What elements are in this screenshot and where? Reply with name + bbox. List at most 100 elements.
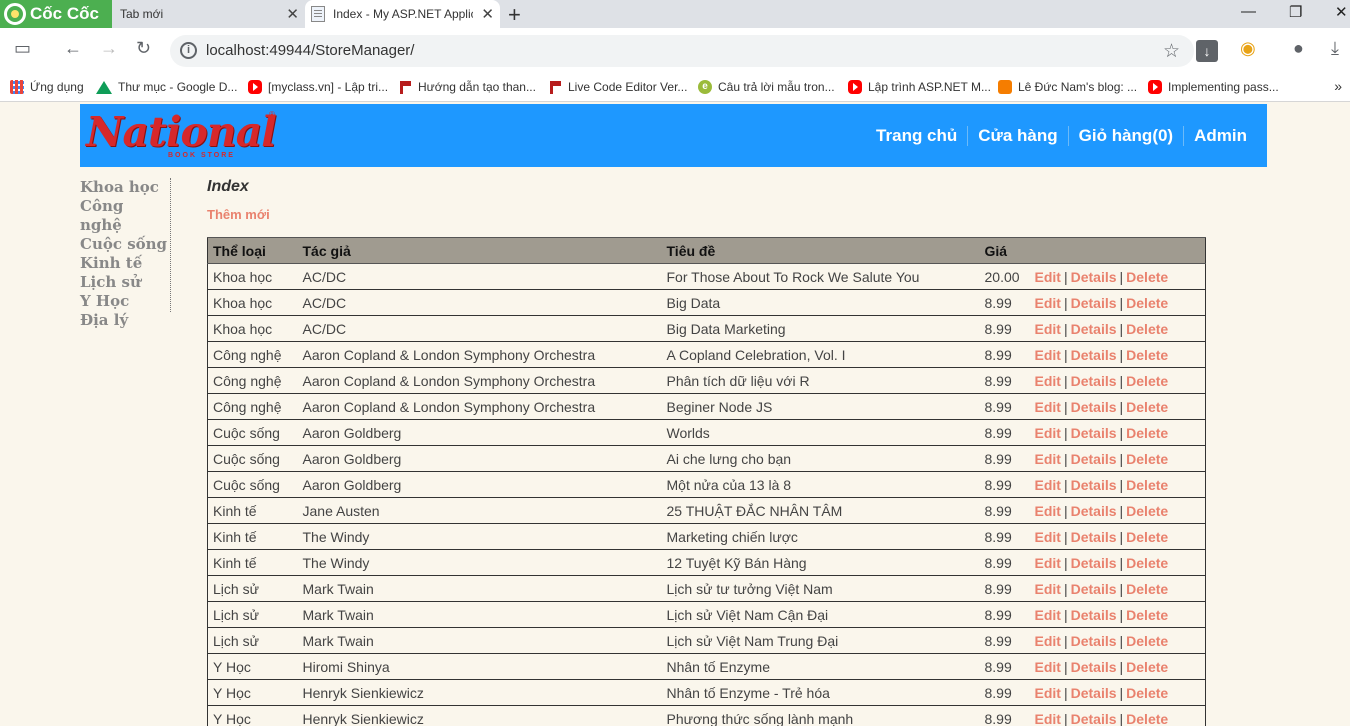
restore-icon[interactable]: ❐ [1289,3,1302,21]
sidebar-item-y-hoc[interactable]: Y Học [80,292,170,311]
sidebar-item-dia-ly[interactable]: Địa lý [80,311,170,330]
delete-link[interactable]: Delete [1126,555,1168,571]
delete-link[interactable]: Delete [1126,321,1168,337]
details-link[interactable]: Details [1071,685,1117,701]
bookmark-item[interactable]: Thư mục - Google D... [96,80,237,94]
sidebar-item-cong-nghe[interactable]: Công nghệ [80,197,170,235]
coccoc-brand[interactable]: Cốc Cốc [0,0,112,28]
delete-link[interactable]: Delete [1126,581,1168,597]
cell-actions: Edit | Details | Delete [1029,315,1206,342]
delete-link[interactable]: Delete [1126,425,1168,441]
national-logo[interactable]: National BOOK STORE ® [86,108,278,162]
edit-link[interactable]: Edit [1035,607,1061,623]
edit-link[interactable]: Edit [1035,685,1061,701]
bookmark-item[interactable]: Lập trình ASP.NET M... [848,80,991,94]
details-link[interactable]: Details [1071,399,1117,415]
forward-icon[interactable]: → [100,38,118,59]
sidebar-item-cuoc-song[interactable]: Cuộc sống [80,235,170,254]
delete-link[interactable]: Delete [1126,503,1168,519]
delete-link[interactable]: Delete [1126,685,1168,701]
nav-cart[interactable]: Giỏ hàng(0) [1067,125,1183,146]
delete-link[interactable]: Delete [1126,659,1168,675]
back-icon[interactable]: ← [64,38,82,59]
bookmark-item[interactable]: Live Code Editor Ver... [548,80,687,94]
edit-link[interactable]: Edit [1035,425,1061,441]
sidebar-item-khoa-hoc[interactable]: Khoa học [80,178,170,197]
new-tab-button[interactable]: + [508,2,521,28]
download-icon[interactable]: ⤓ [1331,38,1339,59]
download-arrow-icon[interactable]: ↓ [1196,40,1218,62]
delete-link[interactable]: Delete [1126,633,1168,649]
details-link[interactable]: Details [1071,555,1117,571]
details-link[interactable]: Details [1071,581,1117,597]
delete-link[interactable]: Delete [1126,399,1168,415]
delete-link[interactable]: Delete [1126,295,1168,311]
details-link[interactable]: Details [1071,477,1117,493]
details-link[interactable]: Details [1071,711,1117,726]
bookmark-item[interactable]: Ứng dụng [10,80,84,94]
delete-link[interactable]: Delete [1126,711,1168,726]
details-link[interactable]: Details [1071,321,1117,337]
details-link[interactable]: Details [1071,659,1117,675]
url-text[interactable]: localhost:49944/StoreManager/ [206,42,414,59]
delete-link[interactable]: Delete [1126,529,1168,545]
tab-new[interactable]: Tab mới ✕ [112,0,305,28]
bookmark-item[interactable]: Implementing pass... [1148,80,1279,94]
bookmark-item[interactable]: [myclass.vn] - Lập tri... [248,80,388,94]
delete-link[interactable]: Delete [1126,269,1168,285]
create-new-link[interactable]: Thêm mới [207,207,270,222]
window-close-icon[interactable]: ✕ [1335,3,1348,21]
edit-link[interactable]: Edit [1035,347,1061,363]
close-icon[interactable]: ✕ [481,5,494,23]
reload-icon[interactable]: ↻ [136,38,151,59]
edit-link[interactable]: Edit [1035,711,1061,726]
details-link[interactable]: Details [1071,373,1117,389]
info-icon[interactable]: i [180,42,197,59]
edit-link[interactable]: Edit [1035,399,1061,415]
close-icon[interactable]: ✕ [286,5,299,23]
edit-link[interactable]: Edit [1035,373,1061,389]
bookmark-item[interactable]: e Câu trả lời mẫu tron... [698,80,835,94]
details-link[interactable]: Details [1071,451,1117,467]
nav-admin[interactable]: Admin [1183,125,1257,146]
delete-link[interactable]: Delete [1126,607,1168,623]
edit-link[interactable]: Edit [1035,451,1061,467]
details-link[interactable]: Details [1071,347,1117,363]
details-link[interactable]: Details [1071,269,1117,285]
sidebar-item-kinh-te[interactable]: Kinh tế [80,254,170,273]
delete-link[interactable]: Delete [1126,451,1168,467]
edit-link[interactable]: Edit [1035,581,1061,597]
details-link[interactable]: Details [1071,503,1117,519]
delete-link[interactable]: Delete [1126,347,1168,363]
bookmark-item[interactable]: Lê Đức Nam's blog: ... [998,80,1137,94]
bookmark-star-icon[interactable]: ☆ [1163,40,1180,63]
details-link[interactable]: Details [1071,607,1117,623]
edit-link[interactable]: Edit [1035,477,1061,493]
details-link[interactable]: Details [1071,425,1117,441]
edit-link[interactable]: Edit [1035,503,1061,519]
bookmark-item[interactable]: Hướng dẫn tạo than... [398,80,536,94]
nav-store[interactable]: Cửa hàng [967,125,1067,146]
delete-link[interactable]: Delete [1126,373,1168,389]
edit-link[interactable]: Edit [1035,633,1061,649]
sidebar-toggle-icon[interactable]: ▭ [14,38,31,59]
details-link[interactable]: Details [1071,633,1117,649]
edit-link[interactable]: Edit [1035,659,1061,675]
tab-index[interactable]: Index - My ASP.NET Application ✕ [305,0,500,28]
sidebar-item-lich-su[interactable]: Lịch sử [80,273,170,292]
more-bookmarks-icon[interactable]: » [1334,78,1342,94]
delete-link[interactable]: Delete [1126,477,1168,493]
extension-icon[interactable]: ◉ [1240,38,1256,59]
table-row: Cuộc sống Aaron Goldberg Ai che lưng cho b… [207,445,1206,472]
details-link[interactable]: Details [1071,295,1117,311]
edit-link[interactable]: Edit [1035,529,1061,545]
profile-icon[interactable]: ● [1293,38,1304,59]
nav-home[interactable]: Trang chủ [866,126,967,146]
edit-link[interactable]: Edit [1035,269,1061,285]
edit-link[interactable]: Edit [1035,321,1061,337]
address-bar[interactable]: i localhost:49944/StoreManager/ ☆ [170,35,1194,67]
edit-link[interactable]: Edit [1035,555,1061,571]
details-link[interactable]: Details [1071,529,1117,545]
minimize-icon[interactable]: — [1241,3,1256,20]
edit-link[interactable]: Edit [1035,295,1061,311]
